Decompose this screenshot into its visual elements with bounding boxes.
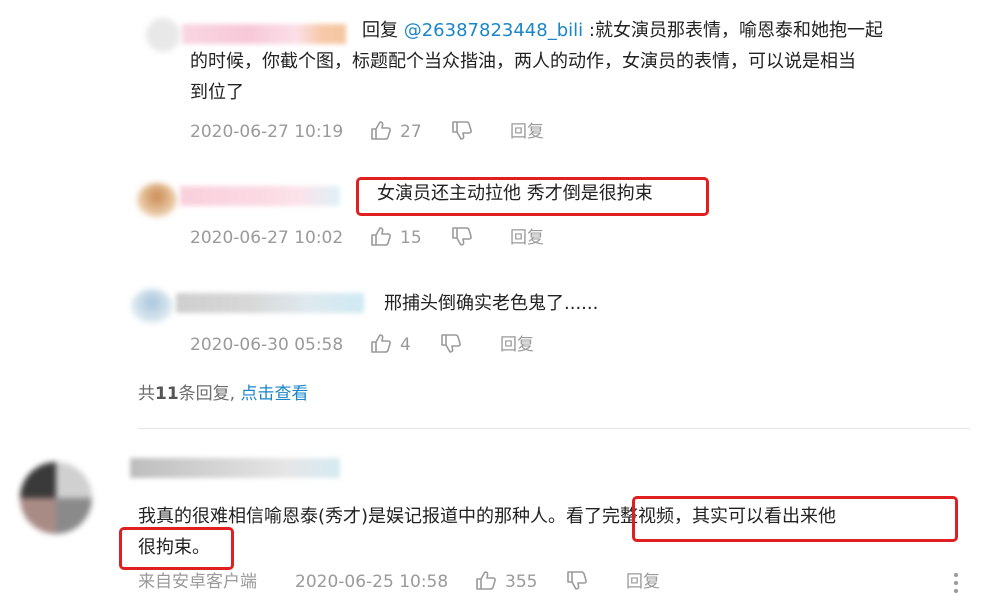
more-vertical-icon[interactable]	[952, 572, 960, 594]
comment-text-part1: 我真的很难相信喻恩泰(秀才)是娱记报道中的那种人。	[138, 506, 567, 527]
timestamp: 2020-06-27 10:19	[190, 122, 344, 142]
timestamp: 2020-06-30 05:58	[190, 335, 344, 355]
thumbs-up-icon[interactable]	[370, 333, 392, 353]
reply-text: 女演员还主动拉他 秀才倒是很拘束	[377, 183, 653, 204]
reply-button[interactable]: 回复	[510, 122, 544, 142]
reply-summary-suffix: 条回复,	[178, 384, 236, 404]
comment-divider	[138, 428, 970, 429]
reply-count: 11	[155, 384, 179, 404]
username-redacted	[130, 458, 340, 478]
username-redacted	[182, 24, 346, 44]
reply-text: 邢捕头倒确实老色鬼了......	[384, 293, 599, 314]
reply-button[interactable]: 回复	[510, 228, 544, 248]
reply-button[interactable]: 回复	[626, 572, 660, 592]
reply-summary: 共11条回复, 点击查看	[138, 383, 308, 405]
avatar[interactable]	[20, 462, 92, 534]
comment-source: 来自安卓客户端	[138, 572, 257, 592]
thumbs-down-icon[interactable]	[451, 227, 473, 247]
avatar[interactable]	[137, 183, 177, 217]
reply-button[interactable]: 回复	[500, 335, 534, 355]
reply-prefix: 回复	[362, 20, 398, 41]
reply-text: 回复 @26387823448_bili :就女演员那表情，喻恩泰和她抱一起	[362, 17, 883, 45]
like-count: 15	[400, 228, 422, 248]
highlight-box	[119, 527, 234, 570]
reply-mention-link[interactable]: @26387823448_bili	[404, 20, 583, 41]
reply-summary-prefix: 共	[138, 384, 155, 404]
thumbs-down-icon[interactable]	[451, 121, 473, 141]
timestamp: 2020-06-27 10:02	[190, 228, 344, 248]
like-count: 4	[400, 335, 411, 355]
timestamp: 2020-06-25 10:58	[295, 572, 449, 592]
avatar[interactable]	[146, 18, 180, 52]
username-redacted	[176, 293, 364, 313]
reply-text-line3: 到位了	[190, 82, 244, 103]
like-count: 355	[505, 572, 538, 592]
avatar[interactable]	[131, 289, 173, 323]
thumbs-down-icon[interactable]	[440, 334, 462, 354]
highlight-box	[632, 496, 958, 542]
reply-text-line1: :就女演员那表情，喻恩泰和她抱一起	[588, 20, 883, 41]
thumbs-up-icon[interactable]	[475, 570, 497, 590]
like-count: 27	[400, 122, 422, 142]
thumbs-down-icon[interactable]	[566, 571, 588, 591]
view-replies-link[interactable]: 点击查看	[240, 384, 308, 404]
thumbs-up-icon[interactable]	[370, 120, 392, 140]
thumbs-up-icon[interactable]	[370, 226, 392, 246]
reply-text-line2: 的时候，你截个图，标题配个当众揩油，两人的动作，女演员的表情，可以说是相当	[190, 51, 856, 72]
username-redacted	[180, 186, 340, 206]
